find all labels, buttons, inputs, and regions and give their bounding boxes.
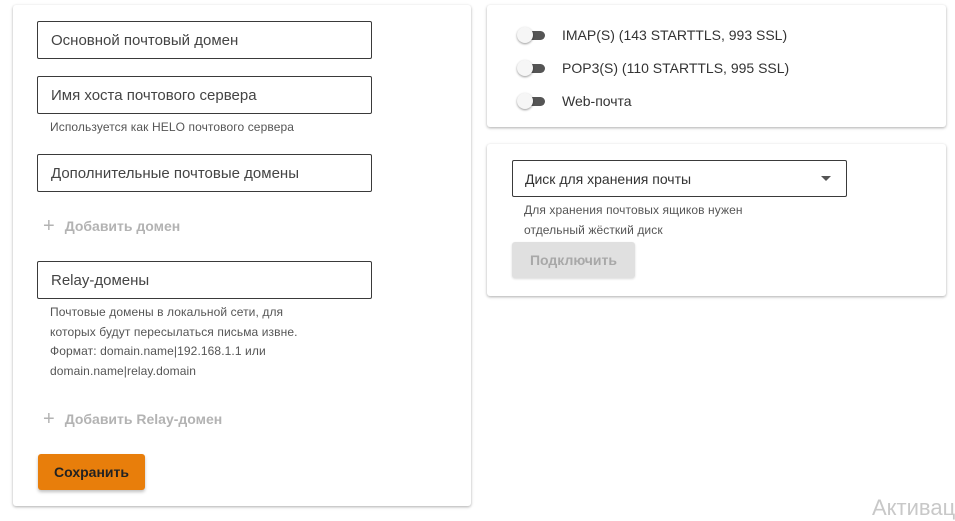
storage-hint: Для хранения почтовых ящиков нужен отдел… <box>524 201 743 240</box>
plus-icon: + <box>43 408 55 430</box>
storage-disk-select[interactable]: Диск для хранения почты <box>512 160 847 197</box>
relay-hint-line: Формат: domain.name|192.168.1.1 или <box>50 344 266 358</box>
hostname-placeholder: Имя хоста почтового сервера <box>51 86 257 104</box>
pop3-label: POP3(S) (110 STARTTLS, 995 SSL) <box>562 60 790 76</box>
primary-domain-placeholder: Основной почтовый домен <box>51 31 239 49</box>
add-domain-button[interactable]: + Добавить домен <box>43 216 180 236</box>
plus-icon: + <box>43 215 55 237</box>
extra-domains-input[interactable]: Дополнительные почтовые домены <box>37 154 372 192</box>
imap-toggle-row[interactable]: IMAP(S) (143 STARTTLS, 993 SSL) <box>517 27 787 43</box>
storage-disk-placeholder: Диск для хранения почты <box>525 170 692 187</box>
webmail-toggle[interactable] <box>517 93 545 109</box>
connect-button[interactable]: Подключить <box>512 242 635 278</box>
add-relay-label: Добавить Relay-домен <box>64 411 223 427</box>
toggle-thumb <box>517 93 533 109</box>
add-relay-domain-button[interactable]: + Добавить Relay-домен <box>43 409 222 429</box>
mail-storage-card: Диск для хранения почты Для хранения поч… <box>487 144 946 296</box>
storage-hint-line: отдельный жёсткий диск <box>524 222 663 237</box>
mail-settings-card: Основной почтовый домен Имя хоста почтов… <box>13 5 471 506</box>
toggle-thumb <box>517 27 533 43</box>
extra-domains-placeholder: Дополнительные почтовые домены <box>51 164 299 182</box>
relay-domains-placeholder: Relay-домены <box>51 271 150 289</box>
hostname-input[interactable]: Имя хоста почтового сервера <box>37 76 372 114</box>
webmail-toggle-row[interactable]: Web-почта <box>517 93 632 109</box>
primary-domain-input[interactable]: Основной почтовый домен <box>37 21 372 59</box>
pop3-toggle-row[interactable]: POP3(S) (110 STARTTLS, 995 SSL) <box>517 60 789 76</box>
imap-label: IMAP(S) (143 STARTTLS, 993 SSL) <box>562 27 788 43</box>
hostname-hint: Используется как HELO почтового сервера <box>50 120 295 134</box>
activation-watermark: Активац <box>872 495 955 520</box>
chevron-down-icon <box>821 176 831 181</box>
webmail-label: Web-почта <box>562 93 632 109</box>
protocols-card: IMAP(S) (143 STARTTLS, 993 SSL) POP3(S) … <box>487 5 946 127</box>
relay-hint-line: Почтовые домены в локальной сети, для <box>50 305 284 319</box>
relay-hint: Почтовые домены в локальной сети, для ко… <box>50 303 298 381</box>
relay-domains-input[interactable]: Relay-домены <box>37 261 372 299</box>
toggle-thumb <box>517 60 533 76</box>
save-button[interactable]: Сохранить <box>38 454 145 490</box>
storage-hint-line: Для хранения почтовых ящиков нужен <box>524 203 743 217</box>
relay-hint-line: domain.name|relay.domain <box>50 363 197 378</box>
relay-hint-line: которых будут пересылаться письма извне. <box>50 324 298 339</box>
add-domain-label: Добавить домен <box>64 218 181 234</box>
pop3-toggle[interactable] <box>517 60 545 76</box>
imap-toggle[interactable] <box>517 27 545 43</box>
